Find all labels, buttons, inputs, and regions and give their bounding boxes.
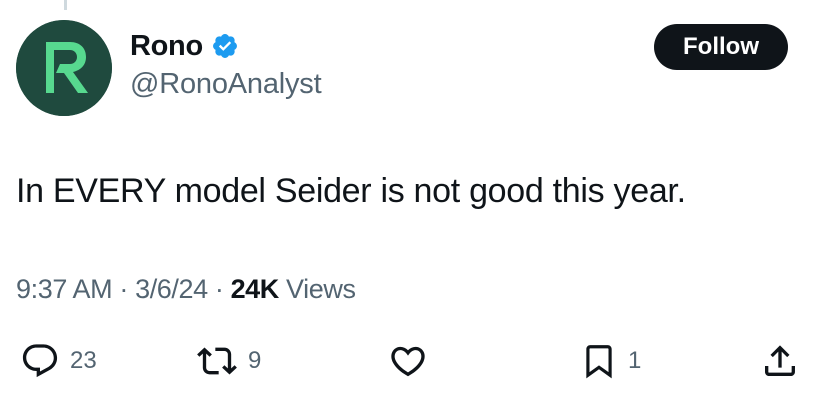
bookmark-icon [586, 345, 612, 379]
tweet-meta: 9:37 AM · 3/6/24 · 24K Views [16, 274, 356, 305]
avatar-logo-icon [16, 20, 112, 116]
like-button[interactable] [388, 336, 438, 386]
tweet-date[interactable]: 3/6/24 [135, 274, 208, 304]
author-name-row: Rono [130, 28, 239, 64]
display-name[interactable]: Rono [130, 30, 203, 63]
share-button[interactable] [760, 336, 800, 386]
reply-count: 23 [70, 347, 97, 374]
author-handle[interactable]: @RonoAnalyst [130, 68, 322, 101]
meta-separator: · [214, 274, 224, 304]
tweet-time[interactable]: 9:37 AM [16, 274, 113, 304]
thread-connector-line [64, 0, 67, 10]
bookmark-count: 1 [628, 347, 642, 374]
follow-button[interactable]: Follow [654, 24, 788, 70]
avatar[interactable] [16, 20, 112, 116]
heart-icon [391, 346, 425, 377]
bookmark-button[interactable]: 1 [580, 336, 641, 386]
views-label: Views [286, 274, 356, 304]
meta-separator: · [119, 274, 128, 304]
views-count: 24K [230, 274, 280, 304]
reply-icon [22, 344, 58, 378]
reply-button[interactable]: 23 [20, 336, 97, 386]
tweet-text: In EVERY model Seider is not good this y… [16, 172, 686, 210]
repost-count: 9 [248, 347, 262, 374]
action-bar: 23 9 1 [0, 336, 816, 386]
repost-button[interactable]: 9 [196, 336, 261, 386]
verified-badge-icon [211, 32, 239, 60]
repost-icon [197, 347, 237, 375]
share-icon [765, 345, 795, 376]
